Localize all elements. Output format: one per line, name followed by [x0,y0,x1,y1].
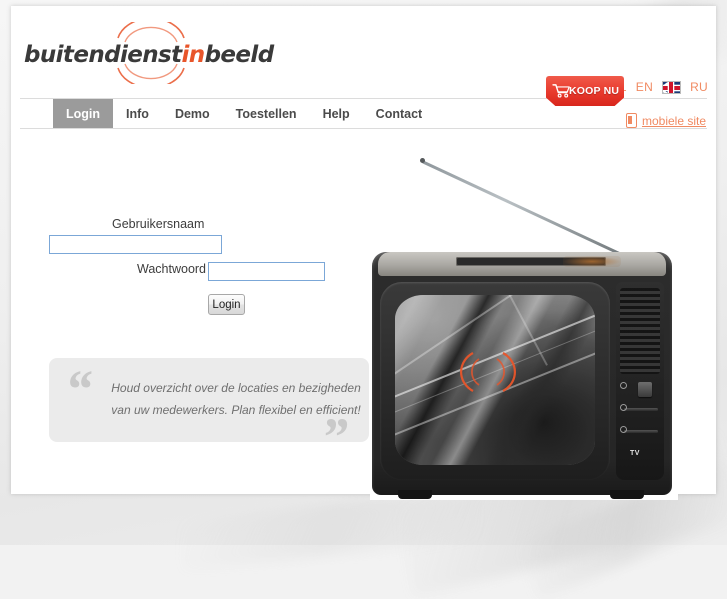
tv-foot-left [398,490,432,499]
tv-rust-patch [563,256,621,267]
tv-channel-knob[interactable] [638,382,652,397]
logo-text-part2: beeld [204,42,275,68]
tv-grille [620,288,660,374]
tv-bezel [380,282,610,480]
nav-item-contact[interactable]: Contact [363,99,436,128]
tv-brightness-indicator [620,404,627,411]
logo-wordmark: buitendienstinbeeld [24,42,274,68]
language-link-ru[interactable]: RU [690,80,708,94]
logo-text-part1: buitendienst [24,42,182,68]
uk-flag-icon [662,80,682,94]
nav-item-demo[interactable]: Demo [162,99,223,128]
tv-slider-contrast[interactable] [624,430,658,433]
nav-item-toestellen[interactable]: Toestellen [223,99,310,128]
nav-item-login[interactable]: Login [53,99,114,128]
logo-text-accent: in [181,42,206,68]
target-arcs-icon [460,352,516,392]
username-label: Gebruikersnaam [112,217,205,231]
mobile-phone-icon [625,113,637,128]
tv-contrast-indicator [620,426,627,433]
tv-power-indicator [620,382,627,389]
tv-top-strip [378,252,666,276]
mobile-site-link[interactable]: mobiele site [642,114,706,128]
password-input[interactable] [208,262,325,281]
content-panel: buitendienstinbeeld NL EN RU KOOP NU Log… [11,6,716,500]
nav-item-info[interactable]: Info [113,99,162,128]
quote-open-mark: “ [65,359,92,419]
tv-antenna [421,160,632,261]
tv-antenna-tip [420,158,425,163]
quote-box: “ Houd overzicht over de locaties en bez… [49,358,369,464]
mobile-site-link-wrap[interactable]: mobiele site [625,113,706,128]
tv-control-panel: TV [616,282,664,480]
site-header: buitendienstinbeeld NL EN RU KOOP NU [11,6,716,106]
site-logo[interactable]: buitendienstinbeeld [24,22,274,84]
nav-item-help[interactable]: Help [310,99,363,128]
login-submit-button[interactable]: Login [208,294,245,315]
username-input[interactable] [49,235,222,254]
password-label: Wachtwoord [137,262,207,276]
quote-close-mark: ” [321,407,348,467]
language-switcher: NL EN RU [611,76,708,98]
koop-nu-label: KOOP NU [569,85,620,97]
tv-foot-right [610,490,644,499]
language-link-en[interactable]: EN [636,80,653,94]
tv-screen [395,295,595,465]
vintage-tv-image: TV [370,148,678,500]
tv-brand-label: TV [630,450,640,457]
tv-body: TV [372,252,672,499]
tv-slider-brightness[interactable] [624,408,658,411]
flag-cross-vertical [669,81,674,93]
